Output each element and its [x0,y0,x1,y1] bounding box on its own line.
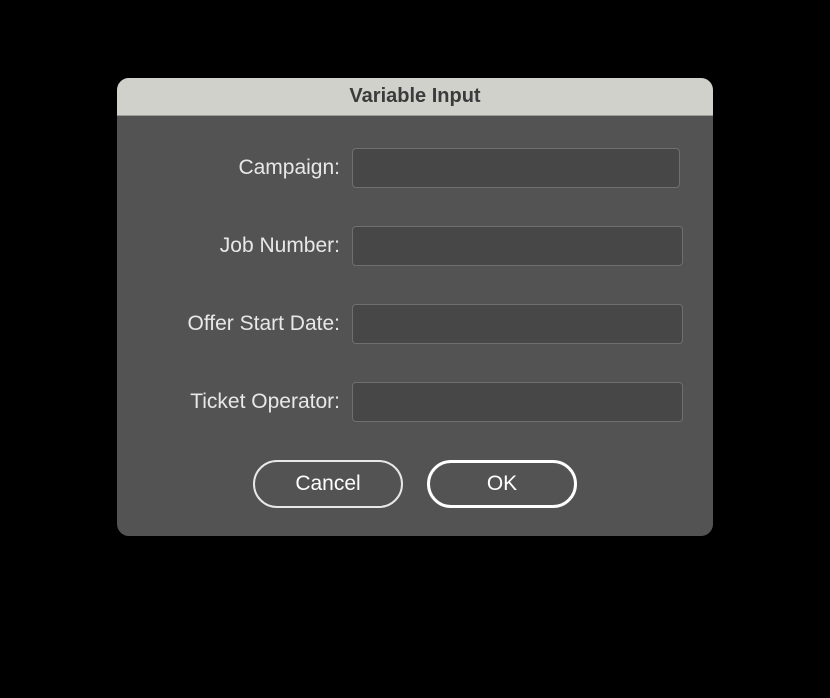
cancel-button[interactable]: Cancel [253,460,403,508]
dialog-titlebar: Variable Input [117,78,713,116]
field-row-offer-start-date: Offer Start Date: [147,304,683,344]
offer-start-date-label: Offer Start Date: [147,312,352,336]
campaign-input[interactable] [352,148,680,188]
field-row-campaign: Campaign: [147,148,683,188]
dialog-button-row: Cancel OK [147,460,683,508]
offer-start-date-input[interactable] [352,304,683,344]
ticket-operator-label: Ticket Operator: [147,390,352,414]
job-number-input[interactable] [352,226,683,266]
dialog-body: Campaign: Job Number: Offer Start Date: … [117,116,713,536]
field-row-ticket-operator: Ticket Operator: [147,382,683,422]
campaign-label: Campaign: [147,156,352,180]
ticket-operator-input[interactable] [352,382,683,422]
ok-button[interactable]: OK [427,460,577,508]
job-number-label: Job Number: [147,234,352,258]
field-row-job-number: Job Number: [147,226,683,266]
variable-input-dialog: Variable Input Campaign: Job Number: Off… [117,78,713,536]
dialog-title: Variable Input [349,85,480,108]
